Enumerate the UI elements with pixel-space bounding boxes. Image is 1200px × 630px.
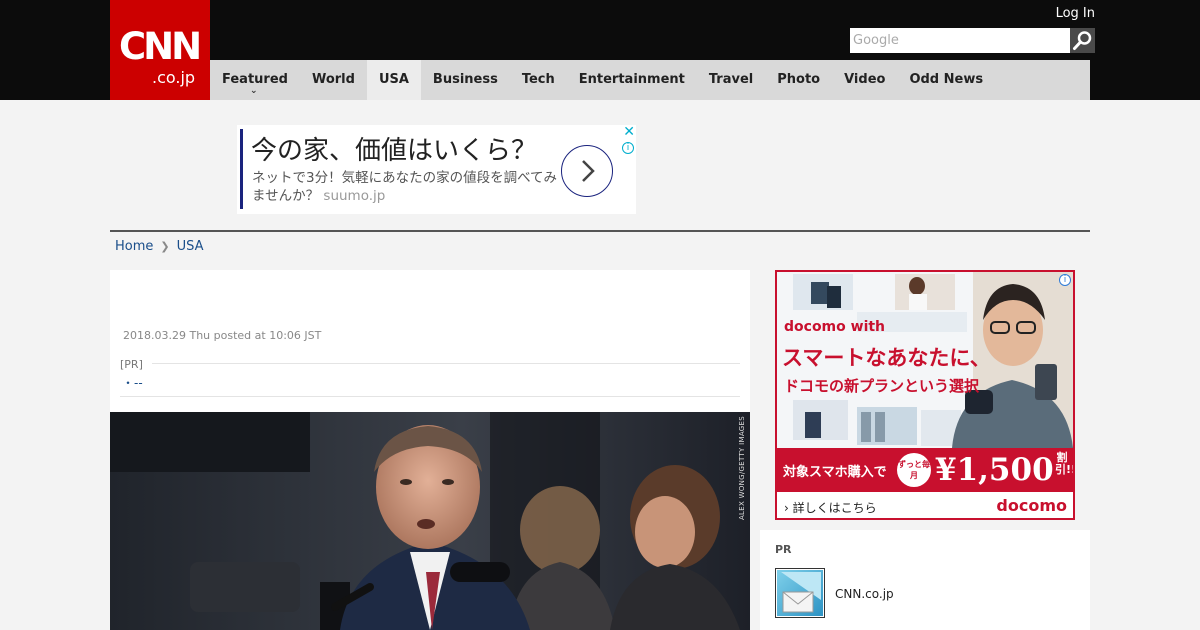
- posted-timestamp: 2018.03.29 Thu posted at 10:06 JST: [123, 329, 322, 342]
- promo-badge: ずっと毎月: [897, 453, 931, 487]
- side-banner-ad[interactable]: docomo with スマートなあなたに、 ドコモの新プランという選択 対象ス…: [775, 270, 1075, 520]
- search-icon: [1073, 31, 1092, 50]
- nav-odd-news[interactable]: Odd News: [897, 60, 995, 100]
- nav-entertainment[interactable]: Entertainment: [567, 60, 697, 100]
- cnn-logo[interactable]: CNN .co.jp: [110, 0, 210, 100]
- top-banner-ad[interactable]: 今の家、価値はいくら？ ネットで3分！気軽にあなたの家の値段を調べてみませんか？…: [237, 124, 636, 214]
- ad-description: ネットで3分！気軽にあなたの家の値段を調べてみませんか？ suumo.jp: [252, 169, 562, 205]
- pr-label: [PR]: [120, 358, 143, 371]
- pr-thumbnail[interactable]: [775, 568, 825, 618]
- pr-sidebar-box: PR CNN.co.jp: [760, 530, 1090, 630]
- ad-cta-link[interactable]: › 詳しくはこちら: [784, 499, 877, 516]
- chevron-right-icon: ❯: [160, 239, 170, 253]
- chevron-down-icon: ⌄: [249, 86, 258, 96]
- nav-video[interactable]: Video: [832, 60, 897, 100]
- logo-text: CNN: [119, 25, 202, 68]
- nav-featured[interactable]: Featured ⌄: [210, 60, 300, 100]
- nav-photo[interactable]: Photo: [765, 60, 832, 100]
- article-card: 2018.03.29 Thu posted at 10:06 JST [PR] …: [110, 270, 750, 630]
- pr-divider-bottom: [120, 396, 740, 397]
- article-photo: ALEX WONG/GETTY IMAGES: [110, 412, 750, 630]
- pr-divider: [152, 363, 740, 364]
- logo-domain: .co.jp: [152, 68, 196, 87]
- close-icon[interactable]: ✕: [623, 124, 635, 140]
- info-icon[interactable]: i: [1059, 274, 1071, 286]
- ad-cta-label: 詳しくはこちら: [792, 501, 877, 515]
- pr-item-name[interactable]: CNN.co.jp: [835, 587, 894, 601]
- promo-discount: 割引!!!: [1055, 451, 1073, 476]
- ad-subtagline: ドコモの新プランという選択: [784, 377, 980, 395]
- docomo-logo: docomo: [996, 496, 1067, 515]
- ad-headline[interactable]: 今の家、価値はいくら？: [251, 135, 537, 167]
- search-button[interactable]: [1070, 28, 1095, 53]
- ad-body-text: ネットで3分！気軽にあなたの家の値段を調べてみませんか？: [252, 170, 558, 204]
- section-divider: [110, 230, 1090, 232]
- ad-arrow-button[interactable]: [561, 145, 613, 197]
- chevron-right-icon: ›: [784, 501, 789, 515]
- nav-travel[interactable]: Travel: [697, 60, 765, 100]
- nav-world[interactable]: World: [300, 60, 367, 100]
- main-nav: Featured ⌄ World USA Business Tech Enter…: [210, 60, 1090, 100]
- promo-text: 対象スマホ購入で: [783, 465, 887, 480]
- promo-price: ¥1,500: [935, 452, 1054, 488]
- site-header: CNN .co.jp Log In Featured ⌄ World USA B…: [0, 0, 1200, 100]
- login-link[interactable]: Log In: [1056, 6, 1095, 22]
- pr-link[interactable]: ・--: [122, 374, 143, 391]
- photo-credit: ALEX WONG/GETTY IMAGES: [738, 416, 746, 521]
- breadcrumb-current[interactable]: USA: [177, 239, 204, 254]
- ad-promo-bar: 対象スマホ購入で ずっと毎月 ¥1,500 割引!!!: [777, 448, 1073, 492]
- mail-icon: [777, 570, 823, 616]
- pr-box-title: PR: [775, 543, 792, 556]
- photo-illustration: [110, 412, 750, 630]
- nav-tech[interactable]: Tech: [510, 60, 567, 100]
- info-icon[interactable]: i: [622, 142, 634, 154]
- nav-usa[interactable]: USA: [366, 60, 421, 100]
- ad-brand: docomo with: [784, 319, 886, 335]
- nav-featured-label: Featured: [222, 72, 288, 87]
- chevron-right-icon: [582, 160, 595, 182]
- breadcrumb: Home ❯ USA: [115, 237, 204, 255]
- nav-business[interactable]: Business: [421, 60, 510, 100]
- breadcrumb-home[interactable]: Home: [115, 239, 153, 254]
- ad-accent-bar: [240, 129, 243, 209]
- ad-domain: suumo.jp: [323, 188, 386, 204]
- search-input[interactable]: [850, 28, 1070, 53]
- ad-tagline: スマートなあなたに、: [782, 346, 991, 370]
